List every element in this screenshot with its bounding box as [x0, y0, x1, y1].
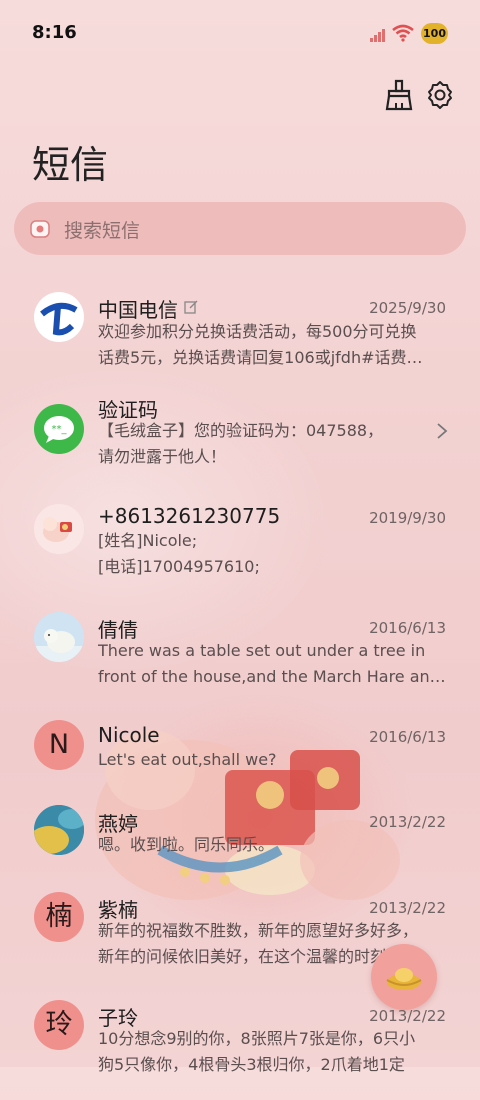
conversation-preview: [姓名]Nicole; [电话]17004957610; [98, 531, 260, 576]
status-time: 8:16 [32, 22, 77, 43]
battery-indicator: 100 [421, 23, 448, 44]
conversation-preview: There was a table set out under a tree i… [98, 641, 446, 686]
conversation-preview: 【毛绒盒子】您的验证码为：047588， 请勿泄露于他人！ [98, 421, 384, 466]
conversation-date: 2019/9/30 [369, 509, 446, 527]
new-message-button[interactable] [371, 944, 437, 1010]
wifi-icon [392, 24, 414, 42]
letter-avatar: 玲 [34, 1000, 84, 1050]
chat-bubble-icon: **_ [34, 404, 84, 454]
conversation-date: 2016/6/13 [369, 728, 446, 746]
letter-avatar: 楠 [34, 892, 84, 942]
conversation-item-phone-number[interactable]: +8613261230775 2019/9/30 [姓名]Nicole; [电话… [0, 500, 480, 600]
search-input[interactable]: 搜索短信 [64, 216, 140, 243]
conversation-date: 2025/9/30 [369, 299, 446, 317]
conversation-item-china-telecom[interactable]: 中国电信 2025/9/30 欢迎参加积分兑换话费活动，每500分可兑换 话费5… [0, 280, 480, 380]
conversation-date: 2013/2/22 [369, 813, 446, 831]
svg-text:**_: **_ [52, 424, 68, 435]
conversation-item-verification-code[interactable]: **_ 验证码 【毛绒盒子】您的验证码为：047588， 请勿泄露于他人！ [0, 390, 480, 490]
conversation-name: Nicole [98, 723, 160, 747]
conversation-date: 2013/2/22 [369, 899, 446, 917]
sms-search-icon [30, 220, 50, 238]
conversation-name: +8613261230775 [98, 504, 281, 528]
signal-icon [370, 29, 385, 42]
letter-avatar: N [34, 720, 84, 770]
conversation-item-qianqian[interactable]: 倩倩 2016/6/13 There was a table set out u… [0, 610, 480, 710]
conversation-date: 2016/6/13 [369, 619, 446, 637]
gold-ingot-icon [386, 968, 422, 990]
conversation-preview: Let's eat out,shall we? [98, 750, 277, 769]
search-bar[interactable]: 搜索短信 [14, 202, 466, 255]
conversation-item-yanting[interactable]: 燕婷 2013/2/22 嗯。收到啦。同乐同乐。 [0, 805, 480, 905]
toolbar [0, 78, 480, 118]
polar-bear-avatar [34, 612, 84, 662]
edit-note-icon [184, 300, 198, 314]
china-telecom-logo-icon [34, 292, 84, 342]
status-bar: 8:16 100 [0, 0, 480, 64]
page-title: 短信 [32, 143, 109, 187]
conversation-item-ziling[interactable]: 玲 子玲 2013/2/22 10分想念9别的你，8张照片7张是你，6只小 狗5… [0, 1000, 480, 1100]
chevron-right-icon [437, 423, 448, 439]
conversation-preview: 欢迎参加积分兑换话费活动，每500分可兑换 话费5元，兑换话费请回复106或jf… [98, 322, 423, 367]
photo-avatar [34, 805, 84, 855]
conversation-preview: 10分想念9别的你，8张照片7张是你，6只小 狗5只像你，4根骨头3根归你，2爪… [98, 1029, 416, 1074]
conversation-preview: 嗯。收到啦。同乐同乐。 [98, 835, 275, 854]
clean-brush-icon[interactable] [383, 78, 415, 112]
settings-gear-icon[interactable] [425, 80, 455, 110]
toy-avatar [34, 504, 84, 554]
